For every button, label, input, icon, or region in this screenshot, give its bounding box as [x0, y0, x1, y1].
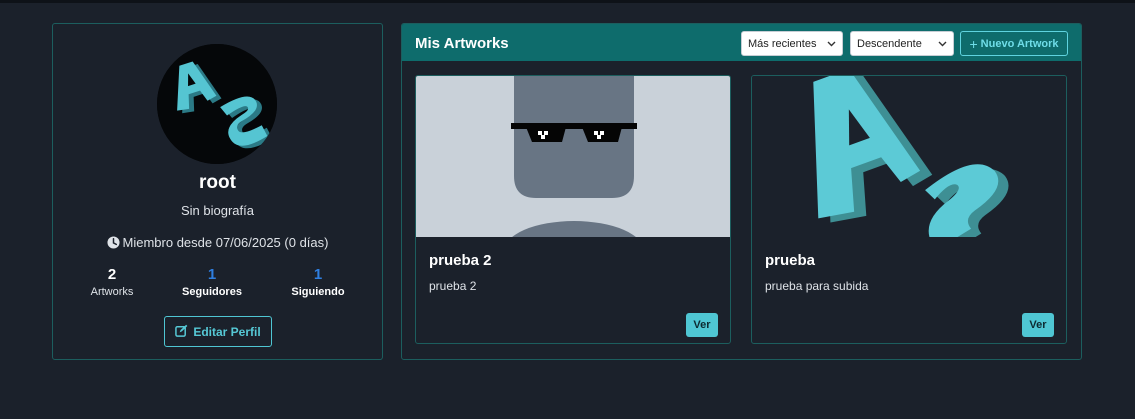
edit-profile-button[interactable]: Editar Perfil — [164, 316, 272, 347]
clock-icon — [106, 236, 120, 252]
member-since: Miembro desde 07/06/2025 (0 días) — [53, 235, 382, 252]
stat-followers-label[interactable]: Seguidores — [162, 286, 262, 298]
artwork-description: prueba para subida — [765, 279, 869, 293]
avatar — [157, 44, 277, 164]
stat-artworks-value: 2 — [107, 266, 117, 283]
bio: Sin biografía — [181, 203, 254, 218]
person-sunglasses-image — [416, 76, 730, 237]
stat-artworks: 2 Artworks — [62, 266, 162, 298]
plus-icon: + — [969, 35, 978, 52]
new-artwork-label: Nuevo Artwork — [980, 37, 1059, 50]
stat-followers-value[interactable]: 1 — [162, 266, 262, 283]
chevron-down-icon — [938, 38, 947, 50]
sort-order-select[interactable]: Descendente — [850, 31, 954, 56]
edit-profile-label: Editar Perfil — [193, 324, 261, 339]
artworks-panel: Mis Artworks Más recientes Descendente +… — [401, 23, 1082, 360]
artwork-thumbnail[interactable] — [752, 76, 1066, 237]
new-artwork-button[interactable]: + Nuevo Artwork — [960, 31, 1068, 56]
artwork-card: prueba 2 prueba 2 Ver — [415, 75, 731, 344]
artworks-header: Mis Artworks Más recientes Descendente +… — [402, 24, 1081, 61]
stat-followers[interactable]: 1 Seguidores — [162, 266, 262, 298]
sort-field-value: Más recientes — [748, 37, 817, 50]
artworks-title: Mis Artworks — [415, 35, 509, 52]
view-artwork-button[interactable]: Ver — [1022, 313, 1054, 337]
artwork-title: prueba 2 — [429, 252, 492, 269]
artwork-thumbnail[interactable] — [416, 76, 730, 237]
stat-following[interactable]: 1 Siguiendo — [268, 266, 368, 298]
as-logo-image — [752, 76, 1066, 237]
sort-order-value: Descendente — [857, 37, 922, 50]
sort-field-select[interactable]: Más recientes — [741, 31, 843, 56]
artwork-card: prueba prueba para subida Ver — [751, 75, 1067, 344]
edit-icon — [175, 324, 188, 340]
view-artwork-button[interactable]: Ver — [686, 313, 718, 337]
chevron-down-icon — [827, 38, 836, 50]
artwork-title: prueba — [765, 252, 816, 269]
stat-following-label[interactable]: Siguiendo — [268, 286, 368, 298]
username: root — [199, 172, 236, 193]
as-logo-icon — [157, 44, 277, 164]
artwork-description: prueba 2 — [429, 279, 477, 293]
stat-artworks-label: Artworks — [90, 286, 134, 298]
top-bar — [0, 0, 1135, 3]
stat-following-value[interactable]: 1 — [268, 266, 368, 283]
member-since-text: Miembro desde 07/06/2025 (0 días) — [122, 235, 329, 250]
profile-card: root Sin biografía Miembro desde 07/06/2… — [52, 23, 383, 360]
